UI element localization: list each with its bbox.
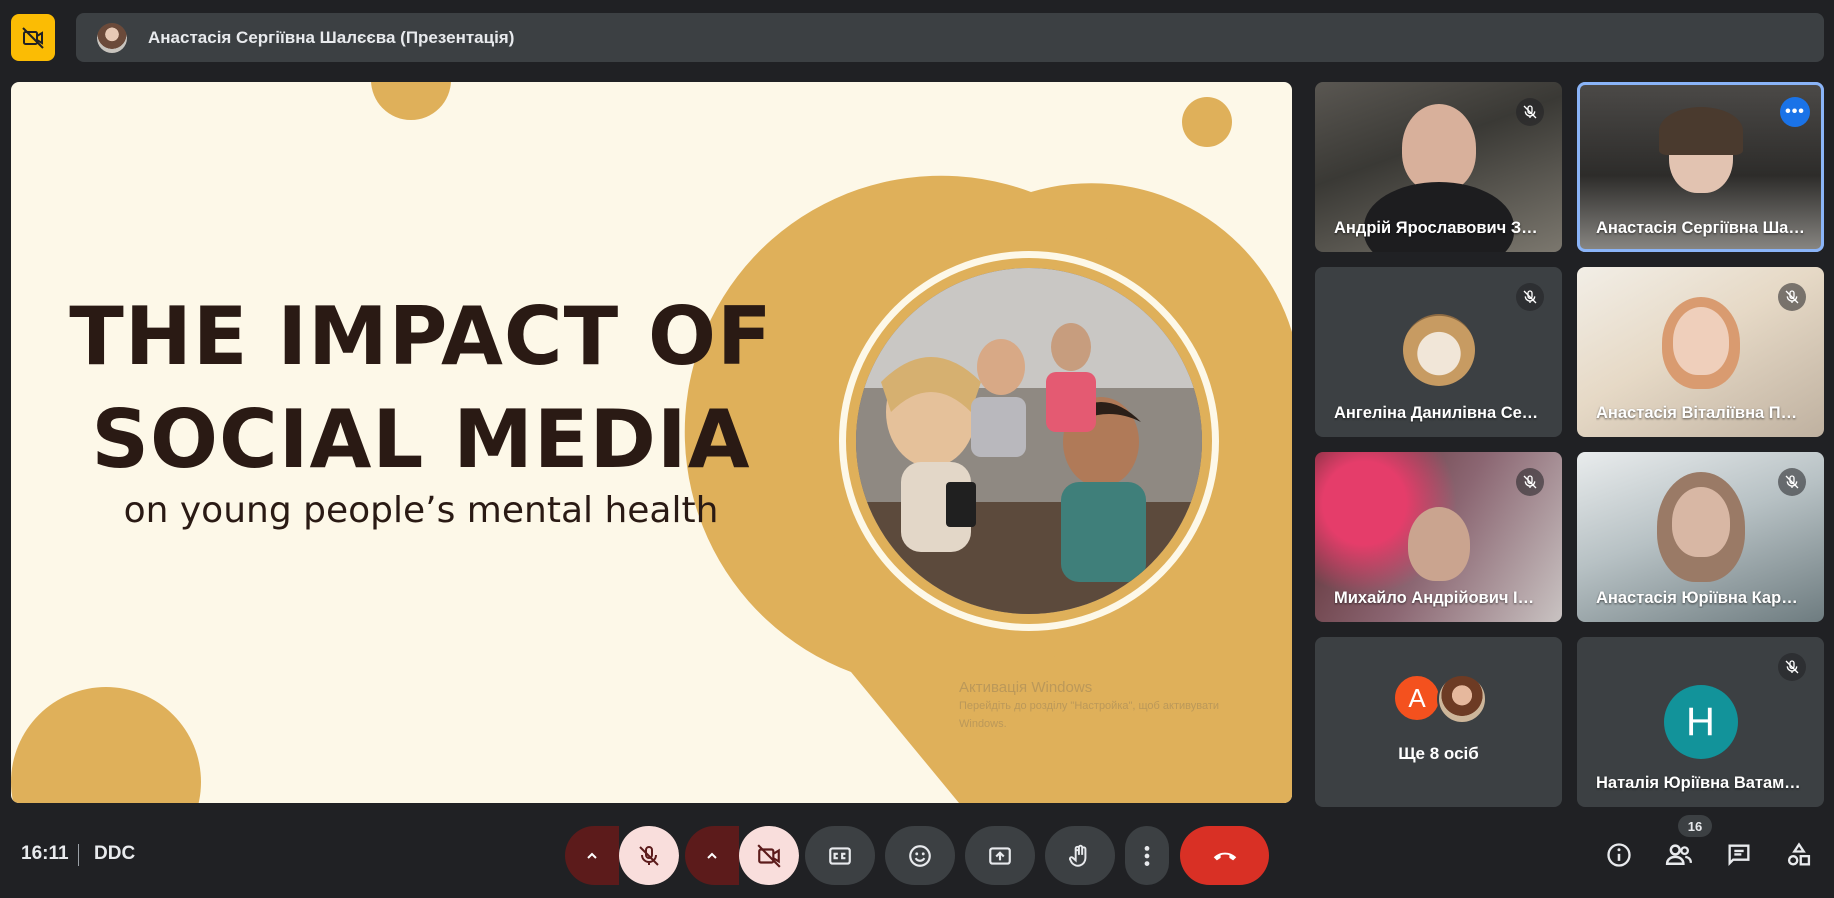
participant-video — [1401, 104, 1476, 192]
participant-tile[interactable]: Ангеліна Данилівна Семенюк — [1315, 267, 1562, 437]
more-participants-tile[interactable]: А Ще 8 осіб — [1315, 637, 1562, 807]
camera-off-indicator-button[interactable] — [11, 14, 55, 61]
participant-avatar — [1402, 314, 1475, 386]
more-options-button[interactable] — [1125, 826, 1169, 885]
presenter-banner[interactable]: Анастасія Сергіївна Шалєєва (Презентація… — [76, 13, 1824, 62]
participant-name: Ангеліна Данилівна Семенюк — [1334, 404, 1544, 422]
presenter-avatar — [97, 22, 127, 53]
camera-toggle-button[interactable] — [739, 826, 799, 885]
participant-video — [1672, 307, 1729, 375]
mic-off-icon — [1778, 468, 1806, 496]
participant-avatar-letter: Н — [1663, 685, 1738, 759]
info-icon — [1607, 843, 1631, 867]
people-button[interactable] — [1659, 835, 1699, 875]
camera-off-icon — [22, 26, 44, 49]
slide-title-line2: SOCIAL MEDIA — [91, 393, 751, 486]
mic-off-icon — [1516, 98, 1544, 126]
slide-title-line1: THE IMPACT OF — [69, 290, 773, 383]
participant-name: Михайло Андрійович Іваненко — [1334, 589, 1544, 607]
mic-off-icon — [639, 845, 659, 866]
mic-off-icon — [1516, 283, 1544, 311]
slide-subtitle: on young people’s mental health — [123, 490, 719, 531]
participant-name: Наталія Юріївна Ватаманюк — [1596, 774, 1806, 792]
meeting-code: DDC — [94, 843, 136, 864]
microphone-toggle-button[interactable] — [619, 826, 679, 885]
participant-tile[interactable]: Анастасія Юріївна Карпенко — [1577, 452, 1824, 622]
chat-button[interactable] — [1719, 835, 1759, 875]
present-screen-button[interactable] — [965, 826, 1035, 885]
present-screen-icon — [989, 846, 1011, 865]
raise-hand-button[interactable] — [1045, 826, 1115, 885]
chat-icon — [1728, 844, 1750, 866]
watermark-text-2: Windows. — [959, 718, 1007, 730]
participant-hair — [1658, 107, 1743, 155]
participant-avatar-photo — [1437, 674, 1487, 724]
more-options-button[interactable]: ••• — [1780, 97, 1810, 127]
hand-icon — [1068, 844, 1087, 867]
windows-activation-watermark: Активація Windows Перейдіть до розділу "… — [959, 679, 1219, 733]
participant-tile[interactable]: Анастасія Віталіївна Петрук — [1577, 267, 1824, 437]
mic-off-icon — [1778, 653, 1806, 681]
participant-tile[interactable]: Андрій Ярославович Завербний — [1315, 82, 1562, 252]
more-vert-icon — [1144, 845, 1150, 866]
video-options-button[interactable] — [685, 826, 739, 885]
participant-tile[interactable]: Н Наталія Юріївна Ватаманюк — [1577, 637, 1824, 807]
mic-off-icon — [1516, 468, 1544, 496]
participant-video-body — [1363, 182, 1514, 252]
participant-count-badge: 16 — [1678, 815, 1712, 837]
participant-avatar-letter: А — [1393, 674, 1441, 722]
watermark-text: Перейдіть до розділу "Настройка", щоб ак… — [959, 700, 1220, 712]
participant-video — [1671, 487, 1730, 557]
participant-tile-active[interactable]: ••• Анастасія Сергіївна Шалєєва — [1577, 82, 1824, 252]
camera-off-icon — [757, 843, 781, 868]
clock: 16:11 — [21, 843, 69, 864]
emoji-icon — [909, 844, 931, 867]
chevron-up-icon — [587, 852, 597, 859]
participant-video — [1407, 507, 1470, 581]
watermark-title: Активація Windows — [959, 679, 1093, 696]
participant-tile[interactable]: Михайло Андрійович Іваненко — [1315, 452, 1562, 622]
mic-off-icon — [1778, 283, 1806, 311]
people-icon — [1665, 844, 1692, 865]
meeting-details-button[interactable] — [1599, 835, 1639, 875]
chevron-up-icon — [707, 852, 717, 859]
audio-options-button[interactable] — [565, 826, 619, 885]
reactions-button[interactable] — [885, 826, 955, 885]
more-people-group: А Ще 8 осіб — [1315, 637, 1562, 807]
more-people-label: Ще 8 осіб — [1398, 744, 1479, 763]
presenter-label: Анастасія Сергіївна Шалєєва (Презентація… — [148, 27, 515, 47]
top-bar: Анастасія Сергіївна Шалєєва (Презентація… — [0, 0, 1834, 74]
captions-button[interactable] — [805, 826, 875, 885]
closed-captions-icon — [829, 846, 851, 865]
participant-name: Анастасія Віталіївна Петрук — [1596, 404, 1806, 422]
activities-shapes-icon — [1787, 842, 1811, 866]
leave-call-button[interactable] — [1180, 826, 1269, 885]
divider — [78, 844, 79, 866]
activities-button[interactable] — [1779, 835, 1819, 875]
participant-name: Анастасія Сергіївна Шалєєва — [1596, 219, 1806, 237]
participant-name: Андрій Ярославович Завербний — [1334, 219, 1544, 237]
presentation-slide: THE IMPACT OF SOCIAL MEDIA on young peop… — [11, 82, 1292, 803]
microphone-control — [565, 826, 679, 885]
camera-control — [685, 826, 799, 885]
call-end-icon — [1213, 852, 1236, 860]
participant-name: Анастасія Юріївна Карпенко — [1596, 589, 1806, 607]
